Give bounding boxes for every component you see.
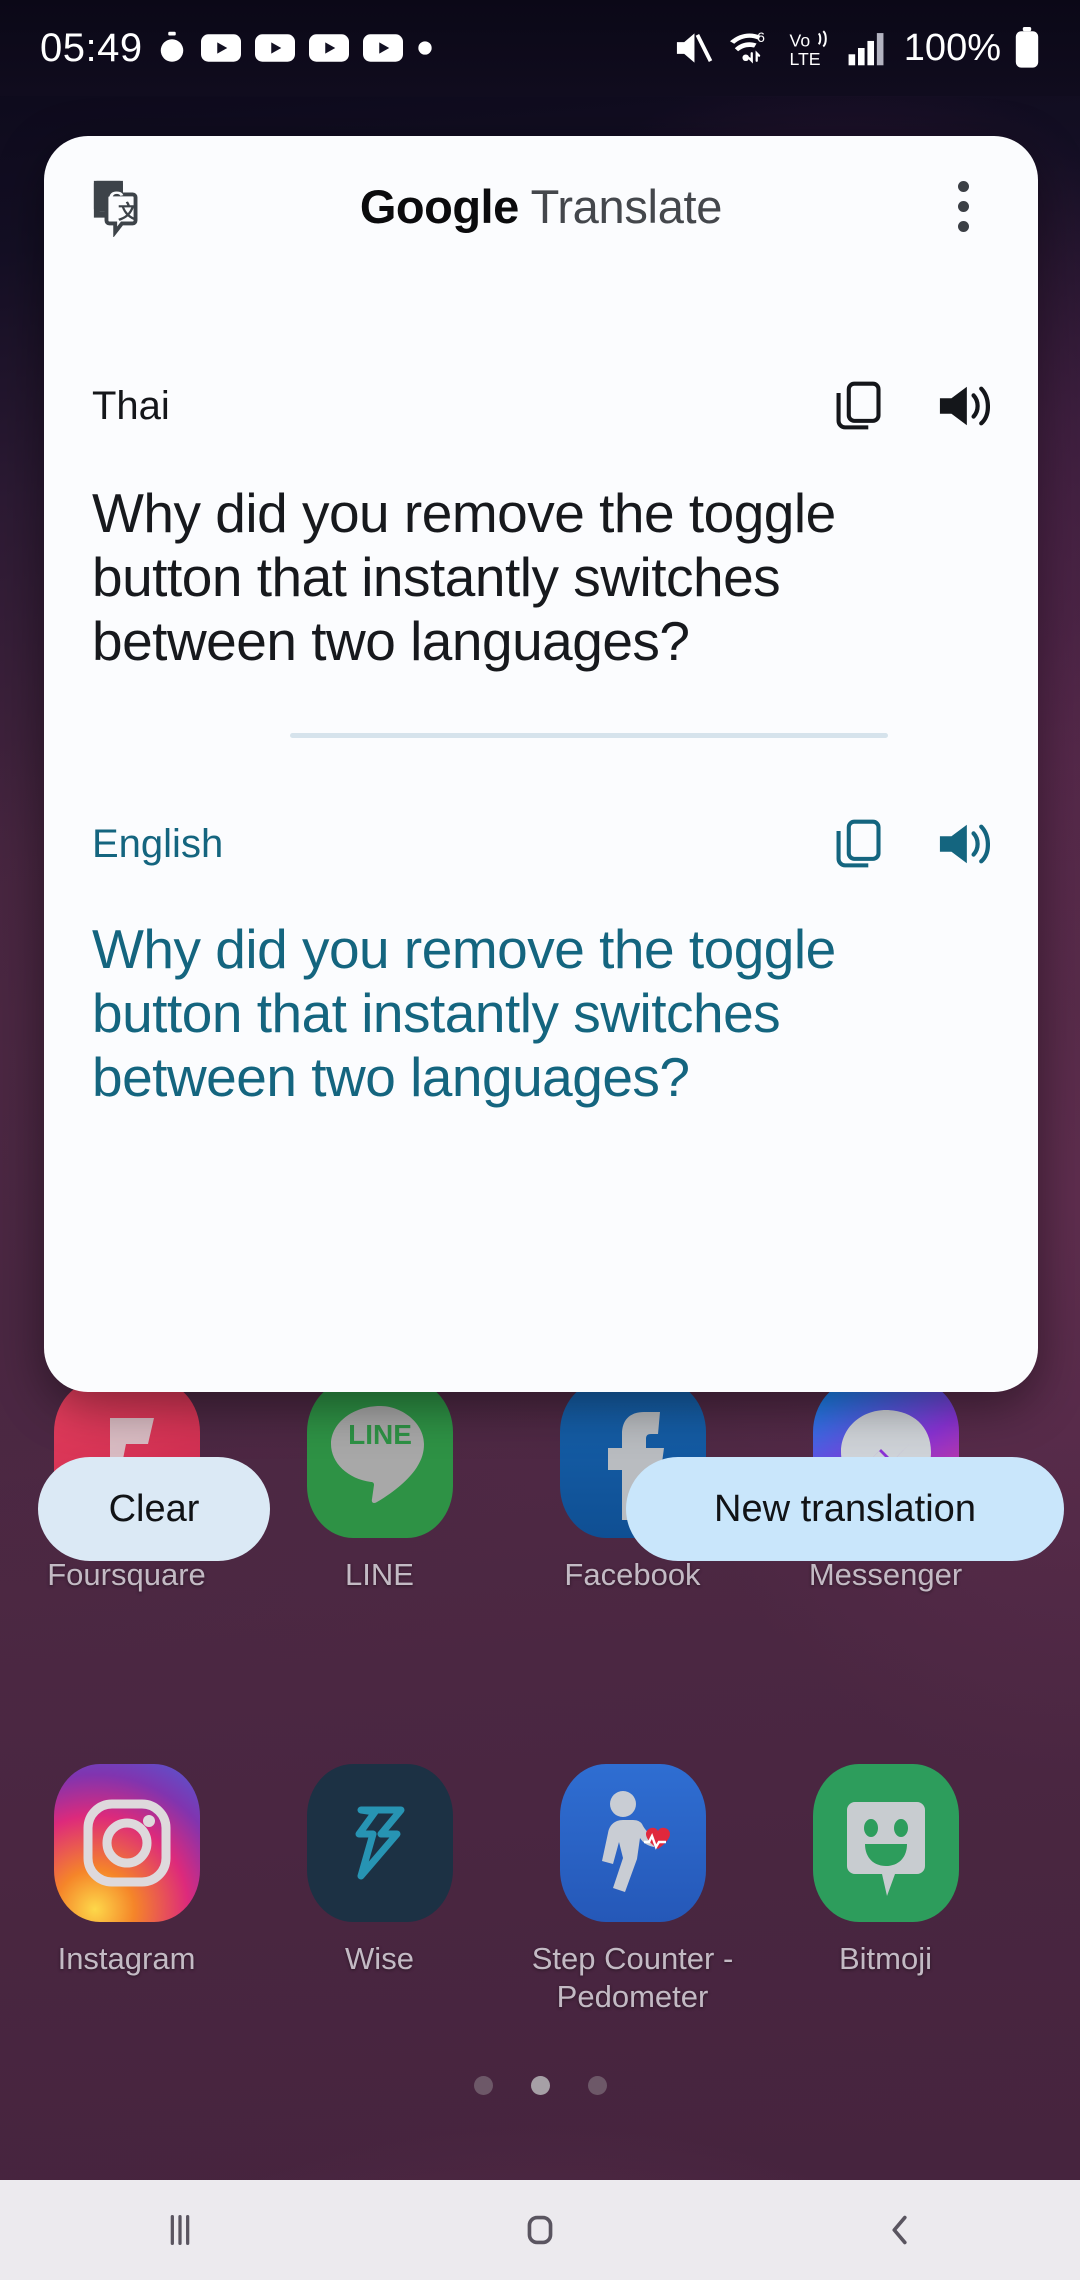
home-icon [527, 2215, 553, 2245]
copy-icon[interactable] [834, 380, 884, 432]
status-bar-right: 6 Vo LTE 100% [672, 27, 1040, 70]
line-icon: LINE [306, 1380, 453, 1538]
navigation-bar [0, 2180, 1080, 2280]
source-text[interactable]: Why did you remove the toggle button tha… [44, 482, 1038, 673]
kebab-dot [957, 220, 969, 232]
card-title-brand: Google [359, 179, 519, 233]
volume-icon[interactable] [936, 381, 990, 431]
battery-percent-label: 100% [903, 26, 1001, 69]
app-line[interactable]: LINE LINE [253, 1380, 506, 1594]
app-wise[interactable]: Wise [253, 1763, 506, 2016]
source-actions [834, 380, 990, 432]
step-counter-icon [559, 1763, 706, 1922]
app-label: Foursquare [47, 1557, 206, 1592]
google-translate-logo: G 文 [93, 180, 138, 237]
kebab-dot [957, 180, 969, 192]
youtube-icon [362, 34, 403, 62]
svg-text:Vo: Vo [789, 30, 810, 50]
back-icon [892, 2215, 907, 2245]
app-label: LINE [345, 1557, 414, 1592]
clear-button[interactable]: Clear [38, 1457, 270, 1561]
page-dot[interactable] [473, 2076, 493, 2095]
wise-icon [306, 1763, 453, 1922]
volume-icon[interactable] [936, 819, 990, 869]
wifi6-icon: 6 [729, 30, 765, 64]
youtube-icon [308, 34, 349, 62]
status-bar-left: 05:49 [40, 26, 433, 71]
volte-icon: Vo LTE [789, 30, 827, 68]
bitmoji-icon [812, 1763, 959, 1922]
kebab-dot [957, 200, 969, 212]
app-step-counter[interactable]: Step Counter - Pedometer [506, 1763, 759, 2016]
recents-icon [170, 2214, 190, 2246]
card-title: Google Translate [44, 183, 1038, 230]
status-clock: 05:49 [40, 25, 143, 70]
svg-text:6: 6 [757, 30, 765, 46]
youtube-icon [254, 34, 295, 62]
target-language-row: English [44, 790, 1038, 898]
back-button[interactable] [720, 2180, 1080, 2280]
app-row-2: Instagram Wise Step Counter - Pedometer … [0, 1763, 1080, 2016]
more-options-button[interactable] [934, 177, 992, 235]
dot-icon [417, 41, 432, 55]
page-dot-active[interactable] [530, 2076, 550, 2095]
app-bitmoji[interactable]: Bitmoji [759, 1763, 1012, 2016]
app-label: Instagram [57, 1940, 196, 1976]
instagram-icon [53, 1763, 200, 1922]
app-label: Wise [345, 1940, 414, 1976]
svg-text:文: 文 [118, 201, 138, 224]
page-dot[interactable] [587, 2076, 607, 2095]
app-label: Step Counter - Pedometer [531, 1940, 734, 2014]
app-label: Messenger [808, 1557, 963, 1592]
source-language-row: Thai [44, 352, 1038, 460]
source-language-label: Thai [92, 383, 170, 428]
new-translation-button[interactable]: New translation [626, 1457, 1064, 1561]
home-button[interactable] [360, 2180, 720, 2280]
page-indicator [0, 2076, 1080, 2095]
target-actions [834, 818, 990, 870]
stopwatch-icon [160, 31, 183, 62]
target-language-label: English [92, 821, 224, 866]
battery-icon [1015, 27, 1039, 68]
svg-text:LINE: LINE [348, 1419, 412, 1450]
app-instagram[interactable]: Instagram [0, 1763, 253, 2016]
translated-text[interactable]: Why did you remove the toggle button tha… [44, 918, 1038, 1109]
svg-text:LTE: LTE [789, 49, 820, 68]
card-header: G 文 Google Translate [44, 136, 1038, 276]
youtube-icon [200, 34, 241, 62]
recents-button[interactable] [0, 2180, 360, 2280]
app-label: Bitmoji [838, 1940, 932, 1976]
app-label: Facebook [564, 1557, 701, 1592]
google-translate-card: G 文 Google Translate Thai Why did you re… [44, 136, 1038, 1392]
mute-icon [676, 33, 713, 63]
card-title-name: Translate [518, 179, 723, 233]
status-bar: 05:49 6 Vo LTE 100% [0, 0, 1080, 96]
phone-screen: 05:49 6 Vo LTE 100% Foursquare LINE LINE… [0, 0, 1080, 2280]
section-divider [290, 733, 888, 739]
signal-icon [848, 33, 884, 66]
copy-icon[interactable] [834, 818, 884, 870]
